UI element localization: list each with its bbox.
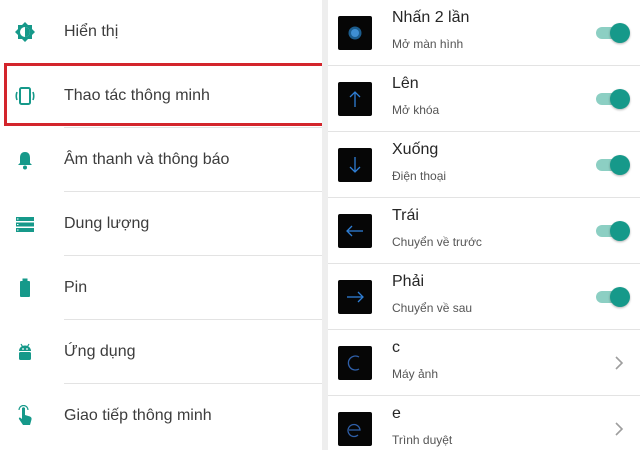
menu-item-display[interactable]: Hiển thị <box>0 0 322 64</box>
menu-item-apps[interactable]: Ứng dụng <box>0 320 322 384</box>
gesture-title: Trái <box>392 207 419 224</box>
gesture-subtitle: Mở khóa <box>392 103 440 117</box>
gesture-row-right[interactable]: Phải Chuyển về sau <box>328 264 640 330</box>
menu-item-smart-communication[interactable]: Giao tiếp thông minh <box>0 384 322 448</box>
menu-item-sound-notifications[interactable]: Âm thanh và thông báo <box>0 128 322 192</box>
gesture-title: Xuống <box>392 141 439 158</box>
highlight-box <box>4 63 326 126</box>
storage-icon <box>14 213 36 235</box>
gesture-row-down[interactable]: Xuống Điện thoại <box>328 132 640 198</box>
gesture-list: Nhấn 2 lần Mở màn hình Lên Mở khóa Xuống… <box>322 0 640 450</box>
hand-touch-icon <box>14 404 36 427</box>
brightness-icon <box>14 21 36 43</box>
menu-item-label: Ứng dụng <box>64 343 136 360</box>
gesture-title: e <box>392 405 401 422</box>
gesture-subtitle: Chuyển về sau <box>392 301 473 315</box>
menu-item-label: Pin <box>64 279 88 296</box>
menu-item-label: Dung lượng <box>64 215 150 232</box>
left-toggle[interactable] <box>596 220 630 242</box>
right-toggle[interactable] <box>596 286 630 308</box>
gesture-row-up[interactable]: Lên Mở khóa <box>328 66 640 132</box>
gesture-subtitle: Máy ảnh <box>392 367 439 381</box>
bell-icon <box>14 149 36 171</box>
gesture-title: Nhấn 2 lần <box>392 9 470 26</box>
gesture-subtitle: Mở màn hình <box>392 37 464 51</box>
gesture-title: Phải <box>392 273 425 290</box>
gesture-row-double-tap[interactable]: Nhấn 2 lần Mở màn hình <box>328 0 640 66</box>
gesture-title: Lên <box>392 75 419 92</box>
chevron-right-icon <box>614 421 624 437</box>
arrow-right-icon <box>338 280 372 314</box>
settings-menu: Hiển thị Thao tác thông minh Âm thanh và… <box>0 0 326 450</box>
gesture-row-left[interactable]: Trái Chuyển về trước <box>328 198 640 264</box>
menu-item-label: Hiển thị <box>64 23 119 40</box>
menu-item-label: Âm thanh và thông báo <box>64 151 230 168</box>
battery-icon <box>14 277 36 299</box>
gesture-title: c <box>392 339 400 356</box>
down-toggle[interactable] <box>596 154 630 176</box>
chevron-right-icon <box>614 355 624 371</box>
double-tap-icon <box>338 16 372 50</box>
letter-c-gesture-icon <box>338 346 372 380</box>
arrow-up-icon <box>338 82 372 116</box>
menu-item-battery[interactable]: Pin <box>0 256 322 320</box>
menu-item-storage[interactable]: Dung lượng <box>0 192 322 256</box>
gesture-row-e[interactable]: e Trình duyệt <box>328 396 640 462</box>
up-toggle[interactable] <box>596 88 630 110</box>
arrow-left-icon <box>338 214 372 248</box>
gesture-subtitle: Trình duyệt <box>392 433 453 447</box>
gesture-subtitle: Chuyển về trước <box>392 235 482 249</box>
letter-e-gesture-icon <box>338 412 372 446</box>
menu-item-label: Giao tiếp thông minh <box>64 407 212 424</box>
gesture-subtitle: Điện thoại <box>392 169 447 183</box>
arrow-down-icon <box>338 148 372 182</box>
android-icon <box>14 341 36 363</box>
double-tap-toggle[interactable] <box>596 22 630 44</box>
gesture-row-c[interactable]: c Máy ảnh <box>328 330 640 396</box>
